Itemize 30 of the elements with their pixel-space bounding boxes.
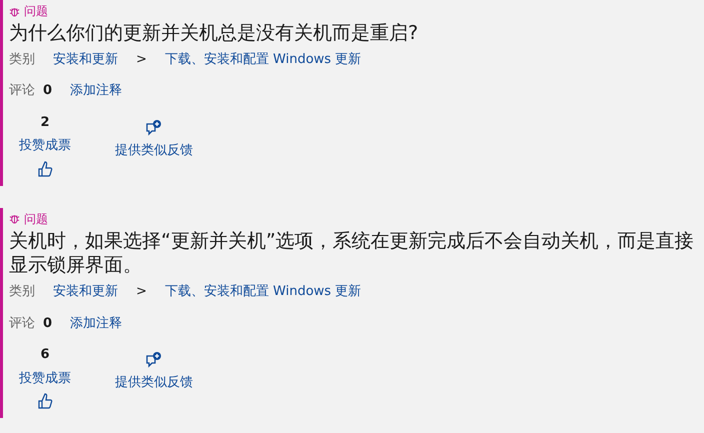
comment-add-icon[interactable] <box>145 118 163 137</box>
feedback-title: 为什么你们的更新并关机总是没有关机而是重启? <box>9 21 420 46</box>
category-label: 类别 <box>9 283 35 302</box>
vote-count: 6 <box>40 346 50 364</box>
add-comment-link[interactable]: 添加注释 <box>70 314 122 334</box>
item-type-label: 问题 <box>24 3 48 20</box>
bug-icon <box>9 213 20 224</box>
comments-count: 0 <box>43 82 52 100</box>
vote-count: 2 <box>40 114 50 132</box>
item-type-label: 问题 <box>24 210 48 228</box>
comments-count: 0 <box>43 314 52 333</box>
breadcrumb-link[interactable]: 下载、安装和配置 Windows 更新 <box>164 282 362 302</box>
comment-add-icon[interactable] <box>145 351 163 370</box>
category-label: 类别 <box>9 50 35 69</box>
similar-feedback-link[interactable]: 提供类似反馈 <box>115 140 193 160</box>
thumbs-up-icon[interactable] <box>37 160 53 178</box>
bug-icon <box>9 6 20 16</box>
comments-label: 评论 <box>9 314 35 333</box>
breadcrumb-link[interactable]: 安装和更新 <box>53 282 118 302</box>
add-comment-link[interactable]: 添加注释 <box>70 81 122 101</box>
upvote-link[interactable]: 投赞成票 <box>19 136 71 156</box>
upvote-link[interactable]: 投赞成票 <box>19 368 71 388</box>
breadcrumb-link[interactable]: 下载、安装和配置 Windows 更新 <box>164 50 362 70</box>
thumbs-up-icon[interactable] <box>37 392 53 410</box>
breadcrumb-separator: > <box>136 50 147 69</box>
comments-label: 评论 <box>9 82 35 100</box>
feedback-title: 关机时，如果选择“更新并关机”选项，系统在更新完成后不会自动关机，而是直接显示锁屏界面。 <box>9 228 695 278</box>
breadcrumb-link[interactable]: 安装和更新 <box>53 50 118 70</box>
similar-feedback-link[interactable]: 提供类似反馈 <box>115 373 193 393</box>
breadcrumb-separator: > <box>136 283 147 302</box>
